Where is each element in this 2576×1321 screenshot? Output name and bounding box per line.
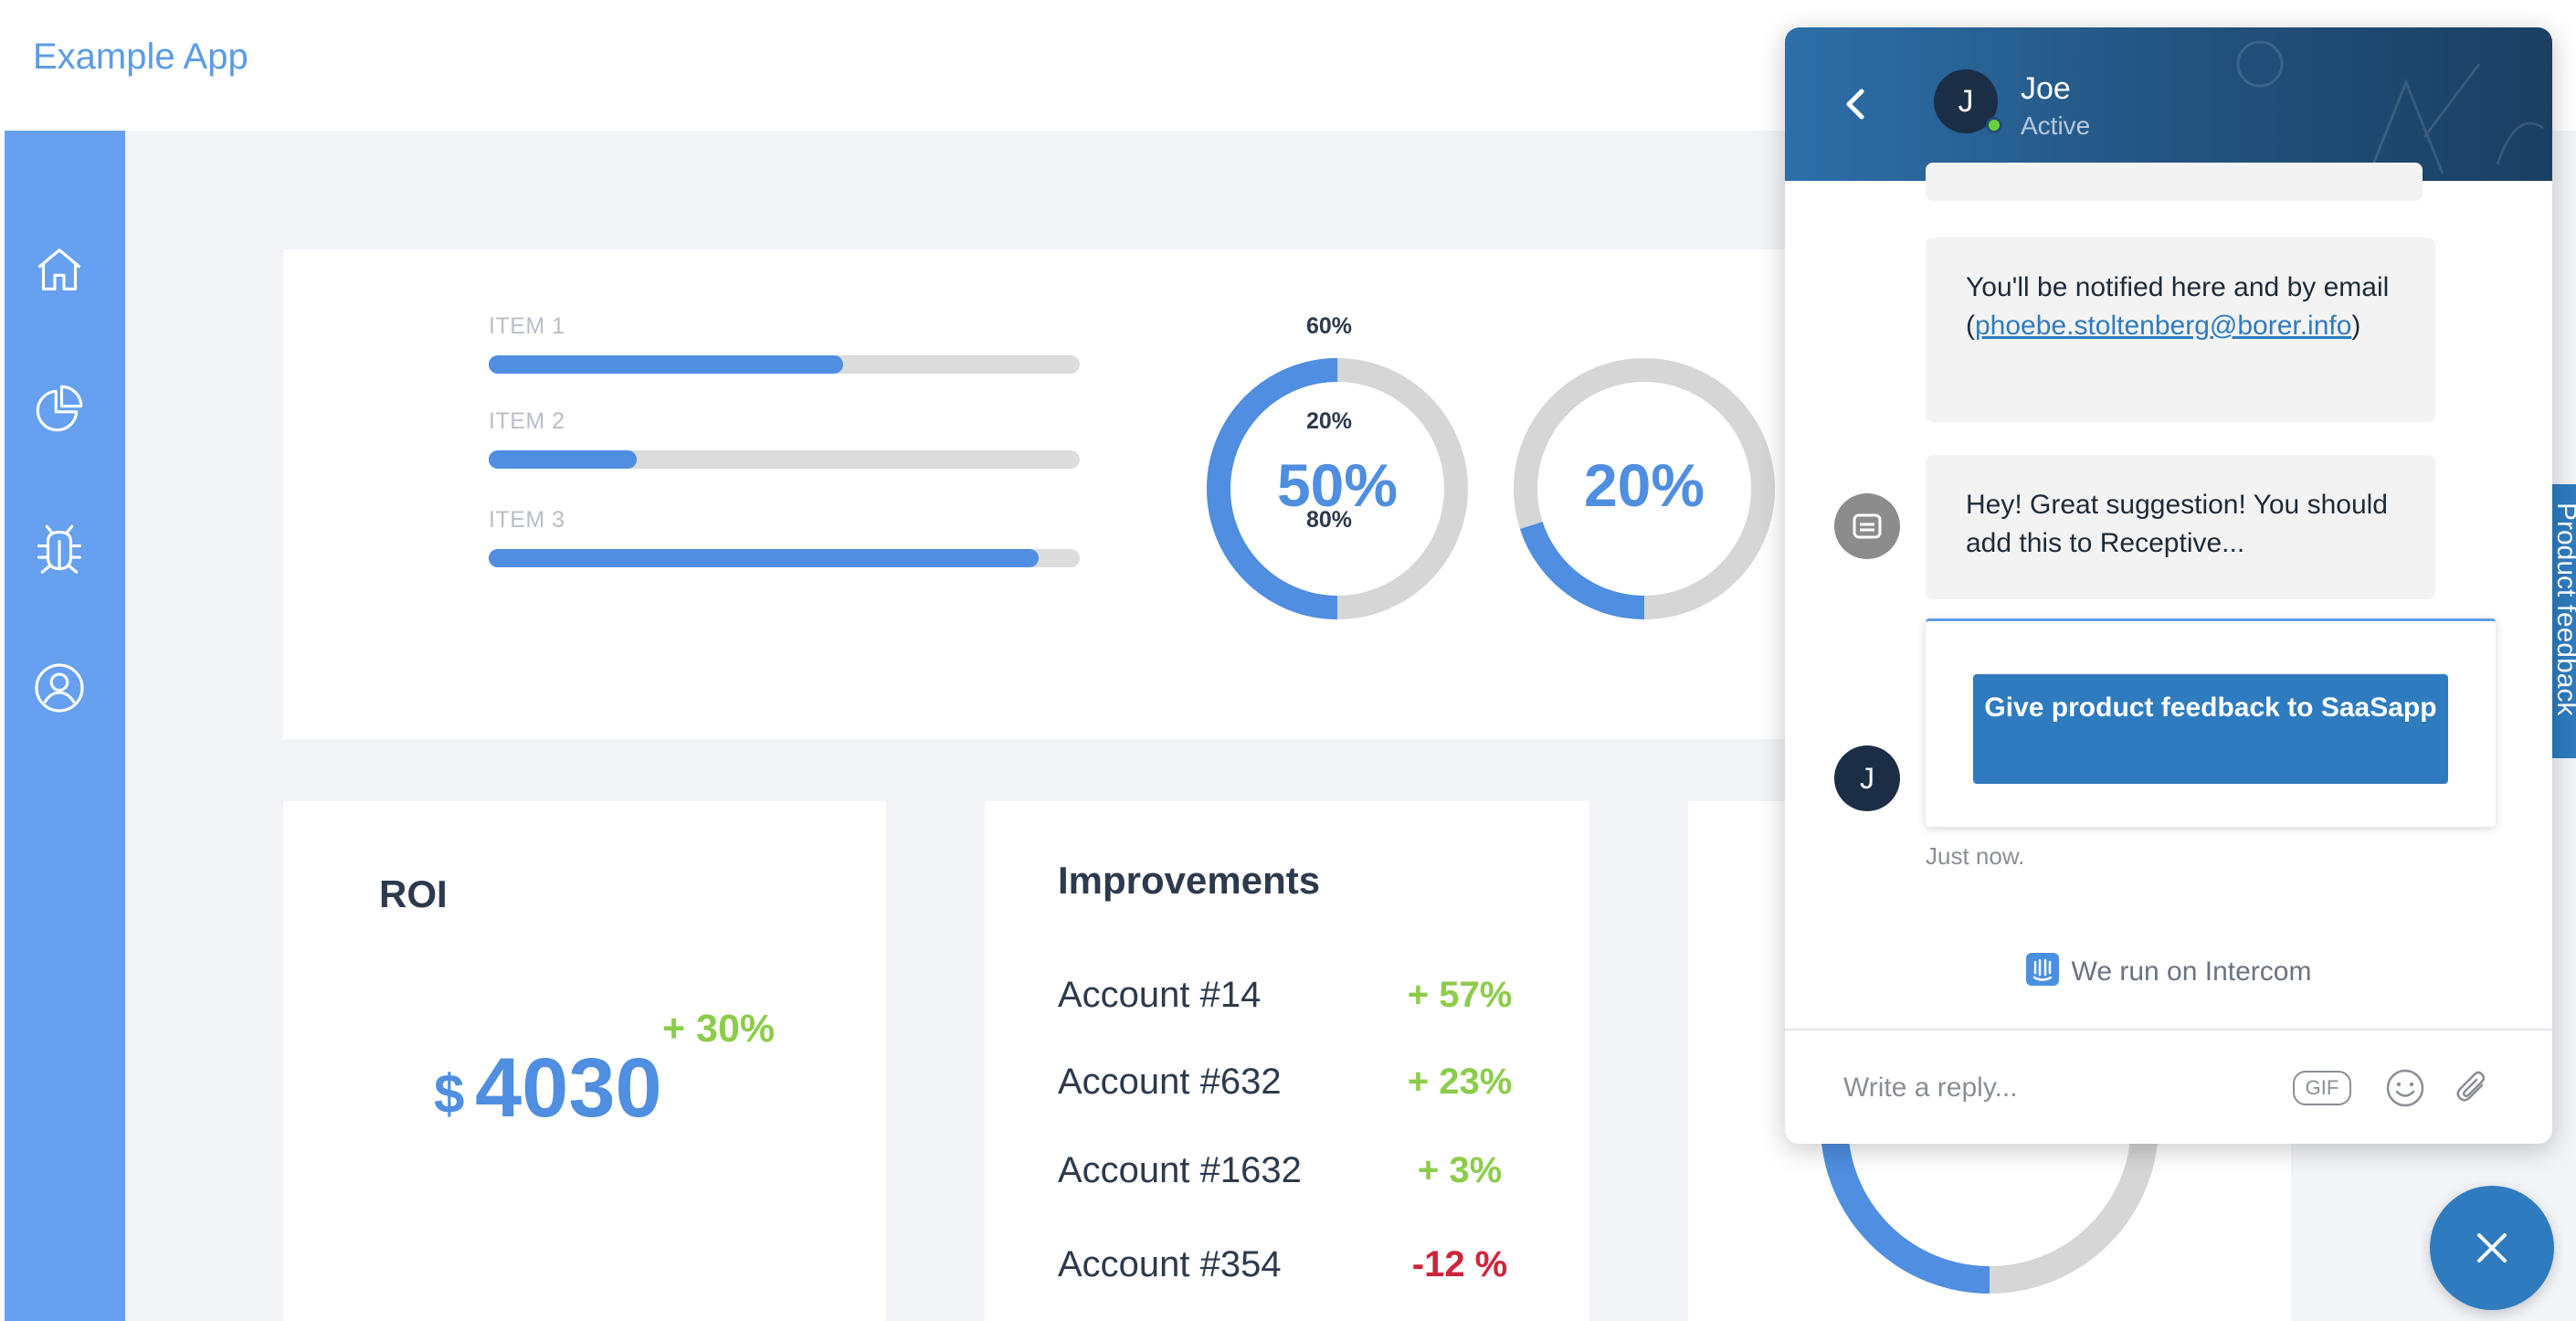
improvements-card: Improvements Account #14 + 57% Account #63… — [985, 801, 1589, 1321]
account-name: Account #14 — [1058, 975, 1262, 1015]
powered-by-text: We run on Intercom — [2071, 956, 2312, 987]
bug-icon[interactable] — [30, 519, 89, 577]
donut-chart: 50% — [1200, 352, 1474, 626]
message-suggestion-text: Hey! Great suggestion! You should add th… — [1966, 490, 2388, 558]
user-circle-icon[interactable] — [30, 659, 89, 717]
overview-card: ITEM 1 60% ITEM 2 20% ITEM 3 80% 50% 20% — [283, 249, 1818, 739]
home-icon[interactable] — [30, 240, 89, 299]
donut-label: 20% — [1583, 451, 1705, 519]
improvement-row: Account #632 + 23% — [1058, 1062, 1515, 1116]
message-timestamp: Just now. — [1926, 842, 2025, 870]
progress-fill — [489, 450, 637, 469]
messenger-close-button[interactable] — [2430, 1186, 2554, 1310]
product-feedback-label: Product feedback — [2551, 502, 2576, 716]
message-suggestion: Hey! Great suggestion! You should add th… — [1926, 455, 2435, 599]
conversation[interactable]: You'll be notified here and by email (ph… — [1785, 163, 2552, 1056]
bot-avatar — [1834, 493, 1900, 559]
roi-card: ROI $ 4030 + 30% — [283, 801, 886, 1321]
message-notification-suffix: ) — [2351, 311, 2361, 341]
back-button[interactable] — [1834, 80, 1874, 128]
emoji-icon[interactable] — [2384, 1067, 2426, 1109]
bot-icon — [1853, 513, 1882, 539]
roi-value: 4030 — [475, 1041, 662, 1135]
progress-track — [489, 549, 1080, 567]
account-change: + 57% — [1407, 975, 1513, 1015]
intercom-logo-icon — [2025, 953, 2059, 987]
account-name: Account #354 — [1058, 1244, 1282, 1284]
header-pattern — [2236, 40, 2544, 174]
improvement-row: Account #354 -12 % — [1058, 1244, 1515, 1299]
progress-value: 60% — [1305, 313, 1352, 339]
give-feedback-button[interactable]: Give product feedback to SaaSapp — [1973, 674, 2448, 784]
improvements-title: Improvements — [1058, 859, 1321, 902]
reply-composer: GIF — [1785, 1029, 2552, 1144]
agent-status: Active — [2021, 111, 2091, 140]
roi-delta: + 30% — [662, 1007, 776, 1051]
account-change: + 3% — [1417, 1150, 1503, 1190]
account-name: Account #1632 — [1058, 1150, 1302, 1190]
account-change: -12 % — [1411, 1244, 1508, 1284]
message-notification: You'll be notified here and by email (ph… — [1926, 238, 2435, 422]
chat-panel: J Joe Active You'll be notified here and… — [1785, 27, 2552, 1144]
feedback-card: Give product feedback to SaaSapp — [1926, 618, 2496, 827]
account-name: Account #632 — [1058, 1062, 1282, 1102]
improvement-row: Account #14 + 57% — [1058, 975, 1515, 1030]
chat-header: J Joe Active — [1785, 27, 2552, 181]
app-title[interactable]: Example App — [33, 37, 248, 78]
powered-by[interactable]: We run on Intercom — [1785, 953, 2552, 989]
joe-avatar: J — [1834, 745, 1900, 811]
sidebar — [5, 131, 125, 1321]
chevron-left-icon — [1846, 89, 1864, 120]
email-link[interactable]: phoebe.stoltenberg@borer.info — [1975, 311, 2351, 341]
app-window: Example App ITEM 1 60% ITEM 2 20% ITEM 3… — [0, 0, 2576, 1321]
progress-fill — [489, 549, 1039, 567]
roi-title: ROI — [379, 872, 448, 915]
attachment-icon[interactable] — [2452, 1067, 2494, 1109]
progress-label: ITEM 1 — [489, 313, 565, 339]
progress-track — [489, 450, 1080, 469]
progress-label: ITEM 3 — [489, 507, 565, 533]
progress-label: ITEM 2 — [489, 408, 565, 434]
account-change: + 23% — [1407, 1062, 1513, 1102]
online-indicator — [1986, 117, 2002, 133]
agent-name: Joe — [2021, 71, 2071, 106]
previous-message — [1926, 163, 2423, 201]
pie-chart-icon[interactable] — [30, 379, 89, 438]
gif-button[interactable]: GIF — [2293, 1071, 2351, 1105]
progress-fill — [489, 355, 844, 374]
close-icon — [2477, 1233, 2507, 1263]
donut-label: 50% — [1276, 451, 1399, 519]
donut-chart: 20% — [1507, 352, 1781, 626]
improvement-row: Account #1632 + 3% — [1058, 1150, 1515, 1205]
reply-input[interactable] — [1843, 1067, 2264, 1109]
progress-track — [489, 355, 1080, 374]
roi-currency: $ — [434, 1063, 465, 1125]
